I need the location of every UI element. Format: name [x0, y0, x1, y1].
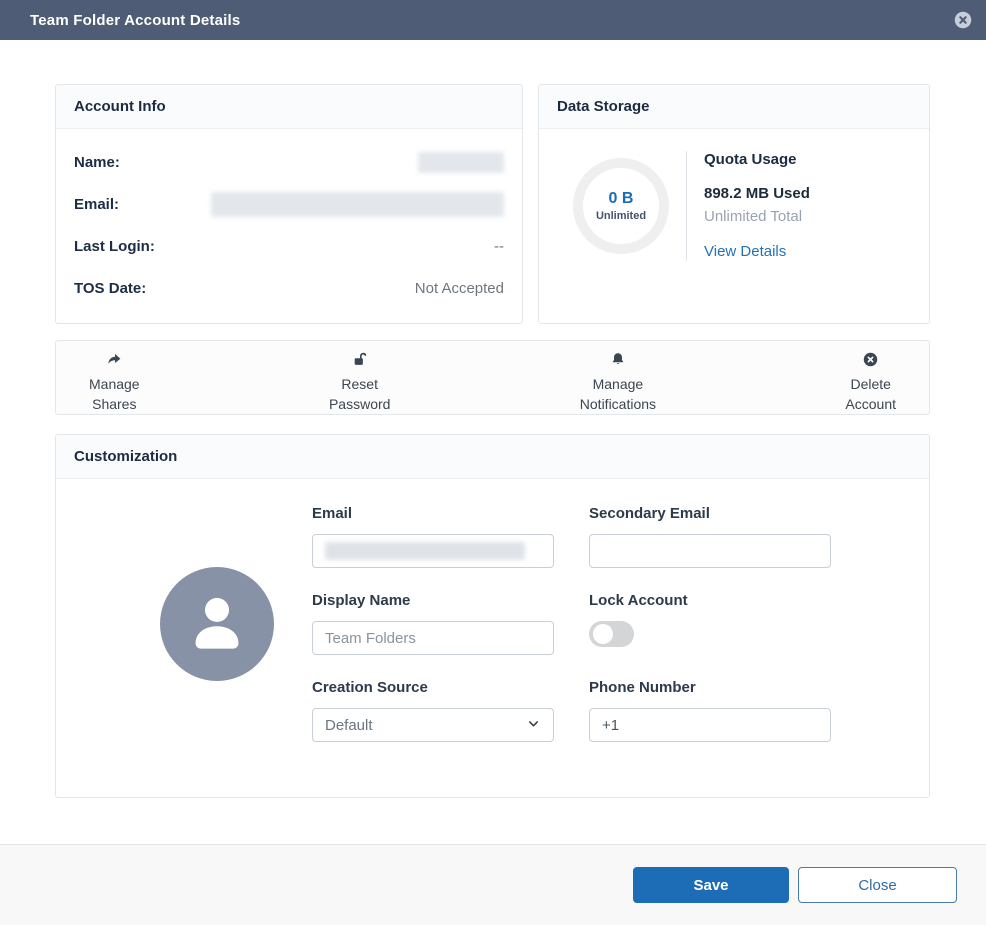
- account-row-last-login: Last Login: --: [74, 225, 504, 267]
- phone-number-field[interactable]: [589, 708, 831, 742]
- display-name-field-group: Display Name: [312, 592, 554, 655]
- manage-shares-label-line2: Shares: [92, 394, 136, 414]
- customization-title: Customization: [56, 435, 929, 479]
- creation-source-select[interactable]: Default: [312, 708, 554, 742]
- reset-password-label-line1: Reset: [341, 374, 378, 394]
- quota-heading: Quota Usage: [704, 151, 810, 168]
- data-storage-card: Data Storage 0 B Unlimited Quota Usage 8…: [538, 84, 930, 324]
- close-icon[interactable]: [954, 11, 972, 29]
- display-name-label: Display Name: [312, 592, 554, 609]
- data-storage-title: Data Storage: [539, 85, 929, 129]
- share-icon: [105, 351, 123, 374]
- email-field-redacted-value: [325, 542, 525, 560]
- account-info-card: Account Info Name: Email: Last Login: --…: [55, 84, 523, 324]
- cards-row: Account Info Name: Email: Last Login: --…: [55, 84, 930, 324]
- account-row-email: Email:: [74, 183, 504, 225]
- quota-total: Unlimited Total: [704, 205, 810, 228]
- customization-card: Customization Email: [55, 434, 930, 798]
- creation-source-value: Default: [325, 717, 373, 734]
- customization-body: Email Secondary Email Display Name Lock …: [56, 479, 929, 797]
- display-name-field[interactable]: [312, 621, 554, 655]
- avatar: [160, 567, 274, 681]
- save-button[interactable]: Save: [633, 867, 789, 903]
- close-button[interactable]: Close: [798, 867, 957, 903]
- email-field-group: Email: [312, 505, 554, 568]
- lock-account-toggle[interactable]: [589, 621, 634, 647]
- email-field-label: Email: [312, 505, 554, 522]
- action-bar: Manage Shares Reset Password Manage Noti: [55, 340, 930, 415]
- phone-number-group: Phone Number: [589, 679, 831, 742]
- account-info-title: Account Info: [56, 85, 522, 129]
- manage-shares-button[interactable]: Manage Shares: [89, 351, 140, 414]
- account-info-body: Name: Email: Last Login: -- TOS Date: No…: [56, 129, 522, 323]
- reset-password-button[interactable]: Reset Password: [329, 351, 390, 414]
- name-value-redacted: [418, 152, 504, 173]
- account-row-tos-date: TOS Date: Not Accepted: [74, 267, 504, 309]
- x-circle-icon: [862, 351, 879, 374]
- quota-details: Quota Usage 898.2 MB Used Unlimited Tota…: [704, 151, 810, 261]
- secondary-email-field-group: Secondary Email: [589, 505, 831, 568]
- email-label: Email:: [74, 196, 119, 213]
- avatar-column: [56, 505, 312, 742]
- creation-source-group: Creation Source Default: [312, 679, 554, 742]
- chevron-down-icon: [526, 716, 541, 735]
- bell-icon: [609, 351, 627, 374]
- tos-date-value: Not Accepted: [415, 280, 504, 297]
- delete-account-label-line2: Account: [845, 394, 896, 414]
- modal-header: Team Folder Account Details: [0, 0, 986, 40]
- email-value-redacted: [211, 192, 504, 217]
- last-login-value: --: [494, 238, 504, 255]
- lock-account-label: Lock Account: [589, 592, 831, 609]
- view-details-link[interactable]: View Details: [704, 243, 786, 260]
- lock-account-group: Lock Account: [589, 592, 831, 655]
- toggle-knob: [593, 624, 613, 644]
- customization-form: Email Secondary Email Display Name Lock …: [312, 505, 831, 742]
- secondary-email-label: Secondary Email: [589, 505, 831, 522]
- name-label: Name:: [74, 154, 120, 171]
- quota-donut: 0 B Unlimited: [573, 158, 669, 254]
- manage-notifications-label-line1: Manage: [593, 374, 644, 394]
- manage-notifications-button[interactable]: Manage Notifications: [580, 351, 656, 414]
- phone-number-label: Phone Number: [589, 679, 831, 696]
- last-login-label: Last Login:: [74, 238, 155, 255]
- modal-footer: Save Close: [0, 844, 986, 925]
- modal-body: Account Info Name: Email: Last Login: --…: [0, 40, 986, 844]
- secondary-email-field[interactable]: [589, 534, 831, 568]
- storage-divider: [686, 151, 687, 261]
- unlock-icon: [351, 351, 369, 374]
- email-field[interactable]: [312, 534, 554, 568]
- data-storage-body: 0 B Unlimited Quota Usage 898.2 MB Used …: [539, 129, 929, 283]
- person-icon: [178, 582, 256, 665]
- modal-title: Team Folder Account Details: [30, 12, 240, 29]
- reset-password-label-line2: Password: [329, 394, 390, 414]
- account-row-name: Name:: [74, 141, 504, 183]
- manage-notifications-label-line2: Notifications: [580, 394, 656, 414]
- manage-shares-label-line1: Manage: [89, 374, 140, 394]
- quota-used: 898.2 MB Used: [704, 182, 810, 205]
- creation-source-label: Creation Source: [312, 679, 554, 696]
- delete-account-button[interactable]: Delete Account: [845, 351, 896, 414]
- quota-donut-label: Unlimited: [596, 210, 646, 222]
- quota-donut-value: 0 B: [609, 190, 634, 208]
- delete-account-label-line1: Delete: [850, 374, 890, 394]
- tos-date-label: TOS Date:: [74, 280, 146, 297]
